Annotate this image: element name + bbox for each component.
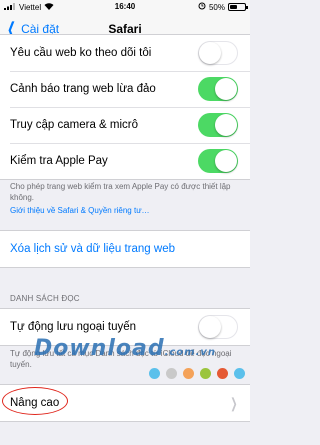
watermark-dot (234, 368, 245, 379)
fraud-warning-label: Cảnh báo trang web lừa đảo (10, 83, 156, 95)
watermark-suffix: .com.vn (164, 347, 217, 358)
do-not-track-toggle[interactable] (198, 41, 238, 65)
fraud-warning-toggle[interactable] (198, 77, 238, 101)
toggle-knob (215, 150, 237, 172)
camera-mic-access-label: Truy cập camera & micrô (10, 119, 139, 131)
toggle-knob (215, 114, 237, 136)
privacy-info-link[interactable]: Giới thiệu về Safari & Quyền riêng tư… (10, 206, 150, 215)
fraud-warning-row: Cảnh báo trang web lừa đảo (0, 71, 250, 107)
status-right: 50% (198, 2, 248, 12)
clear-history-button[interactable]: Xóa lịch sử và dữ liệu trang web (0, 231, 250, 267)
battery-percent: 50% (208, 2, 225, 12)
watermark-text: Download (33, 336, 165, 361)
chevron-right-icon: ❯ (230, 395, 238, 411)
toggle-knob (199, 316, 221, 338)
watermark-dot (183, 368, 194, 379)
watermark-dot (166, 368, 177, 379)
battery-fill (230, 5, 237, 9)
advanced-label: Nâng cao (10, 397, 60, 409)
watermark-dot (217, 368, 228, 379)
do-not-track-row: Yêu cầu web ko theo dõi tôi (0, 35, 250, 71)
apple-pay-footer: Cho phép trang web kiểm tra xem Apple Pa… (10, 182, 231, 202)
reading-list-header: DANH SÁCH ĐỌC (10, 294, 80, 303)
auto-save-offline-label: Tự động lưu ngoại tuyến (10, 321, 137, 333)
advanced-row[interactable]: Nâng cao ❯ (0, 385, 250, 421)
battery-icon (228, 3, 248, 11)
advanced-group: Nâng cao ❯ (0, 384, 250, 422)
do-not-track-label: Yêu cầu web ko theo dõi tôi (10, 47, 152, 59)
watermark-dot (149, 368, 160, 379)
toggle-knob (215, 78, 237, 100)
watermark-dots (149, 368, 245, 379)
apple-pay-check-row: Kiểm tra Apple Pay (0, 143, 250, 179)
toggle-knob (199, 42, 221, 64)
download-watermark: Download.com.vn (0, 336, 250, 361)
watermark-dot (200, 368, 211, 379)
alarm-icon (198, 2, 206, 12)
apple-pay-check-toggle[interactable] (198, 149, 238, 173)
clear-history-group: Xóa lịch sử và dữ liệu trang web (0, 230, 250, 268)
camera-mic-access-row: Truy cập camera & micrô (0, 107, 250, 143)
clear-history-label: Xóa lịch sử và dữ liệu trang web (10, 243, 175, 255)
camera-mic-access-toggle[interactable] (198, 113, 238, 137)
privacy-settings-group: Yêu cầu web ko theo dõi tôi Cảnh báo tra… (0, 34, 250, 180)
apple-pay-check-label: Kiểm tra Apple Pay (10, 155, 108, 167)
status-bar: Viettel 16:40 50% (0, 0, 250, 14)
